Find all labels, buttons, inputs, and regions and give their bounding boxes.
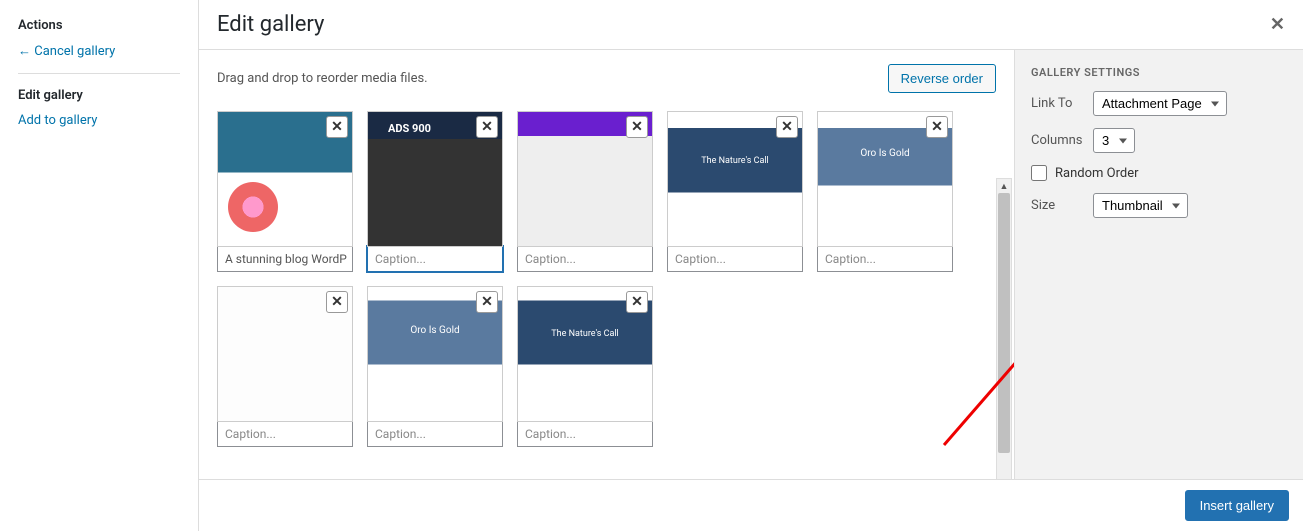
remove-icon[interactable]: ✕ — [776, 116, 798, 138]
caption-input[interactable]: A stunning blog WordP — [217, 246, 353, 272]
remove-icon[interactable]: ✕ — [476, 291, 498, 313]
scroll-up-icon[interactable]: ▲ — [997, 179, 1011, 193]
gallery-item[interactable]: ✕ Caption... — [517, 111, 653, 272]
caption-input[interactable]: Caption... — [517, 246, 653, 272]
remove-icon[interactable]: ✕ — [476, 116, 498, 138]
actions-heading: Actions — [18, 18, 180, 33]
main: Edit gallery ✕ Drag and drop to reorder … — [199, 0, 1303, 531]
caption-input[interactable]: Caption... — [817, 246, 953, 272]
caption-input[interactable]: Caption... — [367, 421, 503, 447]
insert-gallery-button[interactable]: Insert gallery — [1185, 490, 1289, 521]
columns-label: Columns — [1031, 133, 1083, 148]
gallery-item[interactable]: ✕ Caption... — [217, 286, 353, 447]
thumbnail[interactable]: ✕ — [217, 111, 353, 247]
close-icon[interactable]: ✕ — [1270, 14, 1285, 35]
link-to-select[interactable]: Attachment Page — [1093, 91, 1227, 116]
caption-input[interactable]: Caption... — [517, 421, 653, 447]
remove-icon[interactable]: ✕ — [326, 291, 348, 313]
add-to-gallery-link[interactable]: Add to gallery — [18, 113, 180, 128]
settings-heading: GALLERY SETTINGS — [1031, 66, 1287, 79]
reverse-order-button[interactable]: Reverse order — [888, 64, 996, 93]
media-area: Drag and drop to reorder media files. Re… — [199, 50, 1015, 531]
random-order-label: Random Order — [1055, 166, 1139, 181]
caption-input[interactable]: Caption... — [667, 246, 803, 272]
gallery-item[interactable]: ✕ A stunning blog WordP — [217, 111, 353, 272]
gallery-item[interactable]: ✕ Caption... — [667, 111, 803, 272]
remove-icon[interactable]: ✕ — [326, 116, 348, 138]
sidebar-item-edit-gallery[interactable]: Edit gallery — [18, 88, 180, 103]
footer: Insert gallery — [199, 479, 1303, 531]
divider — [18, 73, 180, 74]
caption-input[interactable]: Caption... — [367, 246, 503, 272]
size-label: Size — [1031, 198, 1083, 213]
scrollbar[interactable]: ▲ ▼ — [996, 178, 1012, 514]
gallery-item[interactable]: ✕ Caption... — [367, 286, 503, 447]
settings-panel: GALLERY SETTINGS Link To Attachment Page… — [1015, 50, 1303, 531]
page-title: Edit gallery — [217, 12, 1285, 37]
header: Edit gallery ✕ — [199, 0, 1303, 50]
caption-input[interactable]: Caption... — [217, 421, 353, 447]
thumbnail[interactable]: ✕ — [367, 111, 503, 247]
columns-select[interactable]: 3 — [1093, 128, 1135, 153]
cancel-gallery-link[interactable]: Cancel gallery — [18, 43, 180, 59]
thumbnail[interactable]: ✕ — [517, 111, 653, 247]
thumbnail[interactable]: ✕ — [817, 111, 953, 247]
sidebar: Actions Cancel gallery Edit gallery Add … — [0, 0, 199, 531]
gallery-item[interactable]: ✕ Caption... — [367, 111, 503, 272]
gallery-item[interactable]: ✕ Caption... — [817, 111, 953, 272]
random-order-checkbox[interactable] — [1031, 165, 1047, 181]
reorder-hint: Drag and drop to reorder media files. — [217, 71, 428, 86]
gallery-grid: ✕ A stunning blog WordP ✕ Caption... ✕ C… — [217, 111, 996, 447]
remove-icon[interactable]: ✕ — [626, 291, 648, 313]
remove-icon[interactable]: ✕ — [626, 116, 648, 138]
size-select[interactable]: Thumbnail — [1093, 193, 1188, 218]
thumbnail[interactable]: ✕ — [517, 286, 653, 422]
gallery-item[interactable]: ✕ Caption... — [517, 286, 653, 447]
scrollbar-thumb[interactable] — [998, 193, 1010, 453]
link-to-label: Link To — [1031, 96, 1083, 111]
thumbnail[interactable]: ✕ — [367, 286, 503, 422]
thumbnail[interactable]: ✕ — [667, 111, 803, 247]
remove-icon[interactable]: ✕ — [926, 116, 948, 138]
thumbnail[interactable]: ✕ — [217, 286, 353, 422]
